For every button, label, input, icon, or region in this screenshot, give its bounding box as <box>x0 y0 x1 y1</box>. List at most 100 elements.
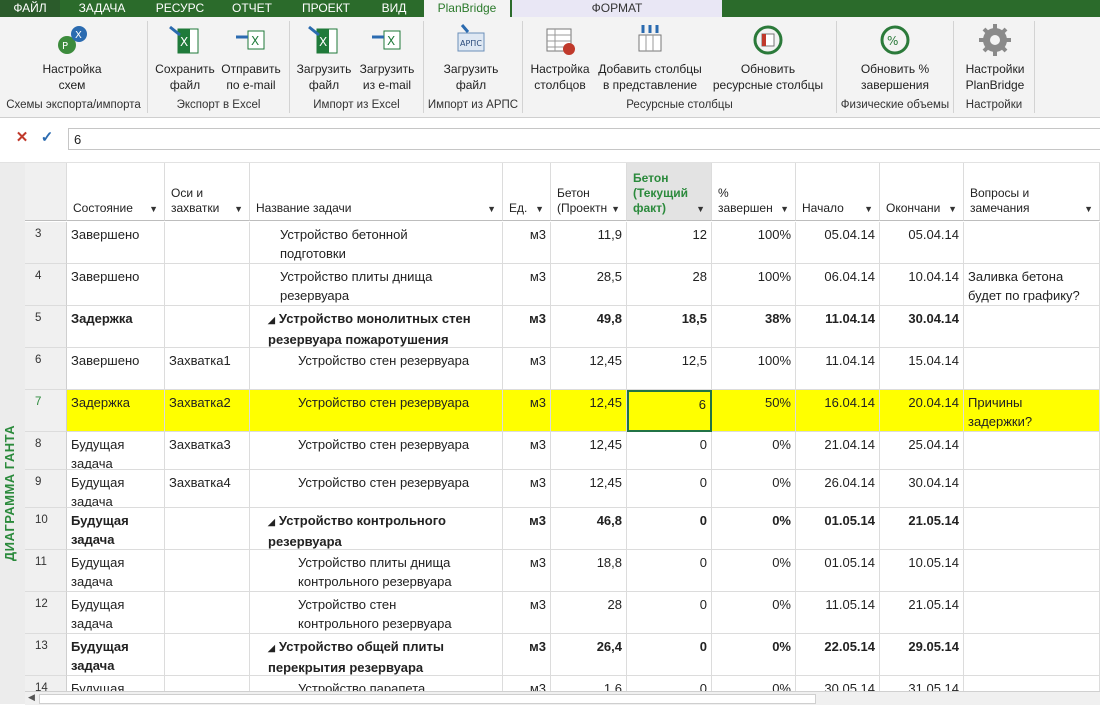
tab-format[interactable]: ФОРМАТ <box>512 0 722 17</box>
col-header-state[interactable]: Состояние ▼ <box>67 163 165 221</box>
cell-id[interactable]: 9 <box>25 470 67 508</box>
cell-bf[interactable]: 6 <box>627 390 712 432</box>
cell-id[interactable]: 4 <box>25 264 67 306</box>
load-arps-button[interactable]: АРПС Загрузить файл <box>438 23 504 93</box>
col-header-task-name[interactable]: Название задачи ▼ <box>250 163 503 221</box>
cell-state[interactable]: Будущая задача <box>67 550 165 592</box>
cell-start[interactable]: 11.04.14 <box>796 306 880 348</box>
cell-id[interactable]: 7 <box>25 390 67 432</box>
cell-bp[interactable]: 12,45 <box>551 432 627 470</box>
cell-unit[interactable]: м3 <box>503 432 551 470</box>
save-file-button[interactable]: X Сохранить файл <box>152 23 218 93</box>
col-header-start[interactable]: Начало ▼ <box>796 163 880 221</box>
table-row[interactable]: 13 Будущая задача ◢ Устройство общей плиты пе… <box>25 634 1100 676</box>
cell-unit[interactable]: м3 <box>503 264 551 306</box>
table-row[interactable]: 4 Завершено Устройство плиты днища резервуа… <box>25 264 1100 306</box>
cell-axes[interactable] <box>165 508 250 550</box>
cell-bp[interactable]: 49,8 <box>551 306 627 348</box>
cell-start[interactable]: 30.05.14 <box>796 676 880 691</box>
tab-report[interactable]: ОТЧЕТ <box>218 0 286 17</box>
table-row[interactable]: 7 Задержка Захватка2 Устройство стен резерв… <box>25 390 1100 432</box>
scrollbar-thumb[interactable] <box>39 694 816 704</box>
cell-bp[interactable]: 26,4 <box>551 634 627 676</box>
cell-pct[interactable]: 0% <box>712 676 796 691</box>
tab-resource[interactable]: РЕСУРС <box>142 0 218 17</box>
cell-unit[interactable]: м3 <box>503 550 551 592</box>
cell-pct[interactable]: 100% <box>712 222 796 264</box>
cell-end[interactable]: 25.04.14 <box>880 432 964 470</box>
cell-pct[interactable]: 38% <box>712 306 796 348</box>
cell-unit[interactable]: м3 <box>503 222 551 264</box>
cell-end[interactable]: 30.04.14 <box>880 470 964 508</box>
cell-unit[interactable]: м3 <box>503 592 551 634</box>
cell-name[interactable]: Устройство стен контрольного резервуара <box>250 592 503 634</box>
cell-name[interactable]: Устройство плиты днища резервуара <box>250 264 503 306</box>
cell-state[interactable]: Будущая задача <box>67 508 165 550</box>
send-email-button[interactable]: X Отправить по e-mail <box>218 23 284 93</box>
load-from-email-button[interactable]: X Загрузить из e-mail <box>356 23 418 93</box>
cancel-icon[interactable]: ✕ <box>13 129 31 147</box>
cell-q[interactable]: Заливка бетона будет по графику? <box>964 264 1100 306</box>
cell-start[interactable]: 26.04.14 <box>796 470 880 508</box>
cell-name[interactable]: Устройство стен резервуара <box>250 348 503 390</box>
cell-bp[interactable]: 1,6 <box>551 676 627 691</box>
cell-q[interactable] <box>964 676 1100 691</box>
cell-start[interactable]: 01.05.14 <box>796 508 880 550</box>
cell-q[interactable] <box>964 306 1100 348</box>
cell-q[interactable] <box>964 470 1100 508</box>
cell-pct[interactable]: 50% <box>712 390 796 432</box>
cell-pct[interactable]: 0% <box>712 634 796 676</box>
cell-name[interactable]: Устройство парапета <box>250 676 503 691</box>
cell-bf[interactable]: 0 <box>627 432 712 470</box>
cell-axes[interactable] <box>165 676 250 691</box>
cell-id[interactable]: 3 <box>25 222 67 264</box>
cell-q[interactable] <box>964 508 1100 550</box>
view-label-gantt[interactable]: ДИАГРАММА ГАНТА <box>2 363 22 623</box>
cell-id[interactable]: 6 <box>25 348 67 390</box>
tab-project[interactable]: ПРОЕКТ <box>286 0 366 17</box>
cell-axes[interactable] <box>165 222 250 264</box>
cell-end[interactable]: 15.04.14 <box>880 348 964 390</box>
cell-state[interactable]: Будущая задача <box>67 592 165 634</box>
cell-axes[interactable] <box>165 592 250 634</box>
cell-name[interactable]: Устройство плиты днища контрольного резер… <box>250 550 503 592</box>
cell-end[interactable]: 21.05.14 <box>880 508 964 550</box>
tab-planbridge[interactable]: PlanBridge <box>424 0 510 18</box>
cell-end[interactable]: 20.04.14 <box>880 390 964 432</box>
cell-id[interactable]: 11 <box>25 550 67 592</box>
cell-axes[interactable] <box>165 264 250 306</box>
cell-bf[interactable]: 18,5 <box>627 306 712 348</box>
cell-unit[interactable]: м3 <box>503 348 551 390</box>
cell-q[interactable]: Причины задержки? <box>964 390 1100 432</box>
cell-pct[interactable]: 100% <box>712 264 796 306</box>
table-row[interactable]: 11 Будущая задача Устройство плиты днища кон… <box>25 550 1100 592</box>
table-row[interactable]: 8 Будущая задача Захватка3 Устройство стен р… <box>25 432 1100 470</box>
cell-state[interactable]: Будущая задача <box>67 432 165 470</box>
table-row[interactable]: 12 Будущая задача Устройство стен контрольно… <box>25 592 1100 634</box>
cell-bp[interactable]: 28 <box>551 592 627 634</box>
cell-bf[interactable]: 12 <box>627 222 712 264</box>
cell-end[interactable]: 29.05.14 <box>880 634 964 676</box>
col-header-questions[interactable]: Вопросы и замечания ▼ <box>964 163 1100 221</box>
refresh-percent-button[interactable]: % Обновить % завершения <box>850 23 940 93</box>
tab-file[interactable]: ФАЙЛ <box>0 0 60 17</box>
cell-start[interactable]: 22.05.14 <box>796 634 880 676</box>
cell-bf[interactable]: 0 <box>627 550 712 592</box>
collapse-triangle-icon[interactable]: ◢ <box>268 517 275 527</box>
cell-unit[interactable]: м3 <box>503 634 551 676</box>
cell-bp[interactable]: 11,9 <box>551 222 627 264</box>
cell-id[interactable]: 13 <box>25 634 67 676</box>
cell-name[interactable]: Устройство стен резервуара <box>250 432 503 470</box>
cell-unit[interactable]: м3 <box>503 306 551 348</box>
cell-q[interactable] <box>964 634 1100 676</box>
cell-q[interactable] <box>964 550 1100 592</box>
cell-start[interactable]: 21.04.14 <box>796 432 880 470</box>
cell-state[interactable]: Будущая задача <box>67 634 165 676</box>
table-row[interactable]: 14 Будущая Устройство парапета м3 1,6 0 0% 30.0… <box>25 676 1100 691</box>
cell-name[interactable]: Устройство стен резервуара <box>250 390 503 432</box>
tab-view[interactable]: ВИД <box>366 0 422 17</box>
planbridge-settings-button[interactable]: Настройки PlanBridge <box>958 23 1032 93</box>
cell-end[interactable]: 30.04.14 <box>880 306 964 348</box>
cell-start[interactable]: 01.05.14 <box>796 550 880 592</box>
cell-pct[interactable]: 100% <box>712 348 796 390</box>
